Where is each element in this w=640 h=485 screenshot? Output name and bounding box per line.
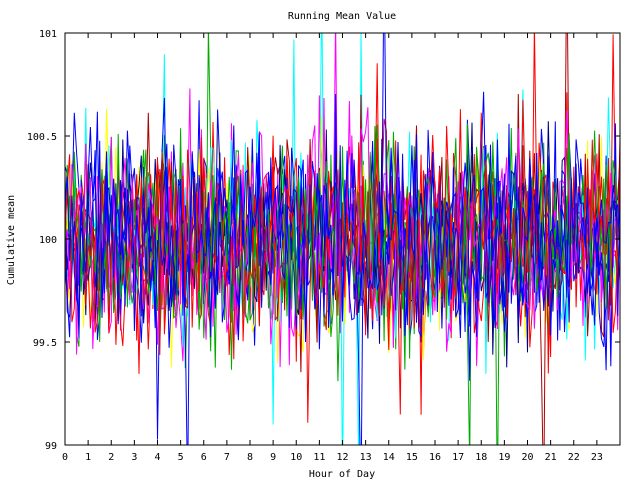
x-tick-label: 8 — [247, 452, 253, 463]
x-tick-label: 4 — [154, 452, 160, 463]
x-tick-label: 11 — [313, 452, 325, 463]
x-tick-label: 1 — [85, 452, 91, 463]
y-axis-label: Cumulative mean — [6, 195, 17, 285]
x-tick-label: 10 — [290, 452, 302, 463]
y-tick-label: 99 — [45, 441, 57, 452]
x-tick-label: 17 — [452, 452, 464, 463]
x-tick-label: 5 — [178, 452, 184, 463]
x-tick-label: 21 — [545, 452, 557, 463]
x-tick-label: 7 — [224, 452, 230, 463]
y-tick-label: 100.5 — [27, 132, 57, 143]
x-tick-label: 15 — [406, 452, 418, 463]
x-tick-label: 22 — [568, 452, 580, 463]
x-tick-label: 20 — [521, 452, 533, 463]
chart-container: Running Mean Value Cumulative mean Hour … — [0, 0, 640, 480]
line-chart: Running Mean Value Cumulative mean Hour … — [6, 11, 621, 480]
x-tick-label: 9 — [270, 452, 276, 463]
x-tick-label: 12 — [336, 452, 348, 463]
plot-area — [65, 33, 620, 445]
x-tick-label: 6 — [201, 452, 207, 463]
x-tick-label: 18 — [475, 452, 487, 463]
x-tick-label: 16 — [429, 452, 441, 463]
x-tick-label: 23 — [591, 452, 603, 463]
x-tick-label: 19 — [498, 452, 510, 463]
x-tick-label: 3 — [131, 452, 137, 463]
x-tick-label: 13 — [360, 452, 372, 463]
x-tick-label: 14 — [383, 452, 395, 463]
x-tick-label: 0 — [62, 452, 68, 463]
x-axis-label: Hour of Day — [309, 469, 375, 480]
x-tick-label: 2 — [108, 452, 114, 463]
y-tick-label: 100 — [39, 235, 57, 246]
y-tick-label: 99.5 — [33, 338, 57, 349]
chart-title: Running Mean Value — [288, 11, 396, 22]
y-tick-label: 101 — [39, 29, 57, 40]
